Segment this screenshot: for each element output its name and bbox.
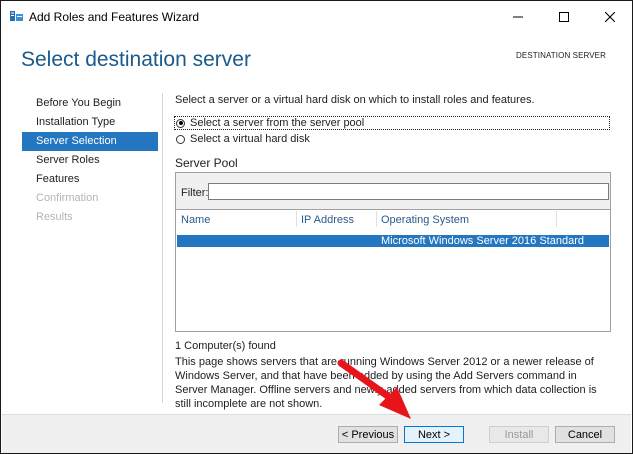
- vhd-option-label: Select a virtual hard disk: [190, 133, 310, 145]
- server-pool-grid[interactable]: Filter: Name IP Address Operating System…: [175, 172, 611, 332]
- window-title: Add Roles and Features Wizard: [29, 10, 200, 24]
- nav-item-results: Results: [36, 211, 73, 223]
- maximize-icon: [559, 11, 569, 22]
- column-separator: [556, 211, 557, 227]
- column-header-name[interactable]: Name: [181, 214, 210, 226]
- nav-item-server-selection[interactable]: Server Selection: [22, 132, 158, 151]
- minimize-button[interactable]: [495, 1, 541, 32]
- nav-item-installation-type[interactable]: Installation Type: [22, 113, 158, 132]
- title-bar[interactable]: Add Roles and Features Wizard: [1, 1, 632, 32]
- nav-divider: [162, 93, 163, 403]
- destination-server-label: DESTINATION SERVER: [516, 51, 606, 60]
- table-row[interactable]: Microsoft Windows Server 2016 Standard: [177, 235, 609, 247]
- server-manager-icon: [10, 11, 23, 21]
- row-os-cell: Microsoft Windows Server 2016 Standard: [381, 235, 584, 247]
- maximize-button[interactable]: [541, 1, 587, 32]
- wizard-nav: Before You Begin Installation Type Server …: [22, 94, 158, 227]
- filter-bar: Filter:: [176, 173, 610, 210]
- server-pool-option[interactable]: Select a server from the server pool: [176, 117, 364, 129]
- wizard-footer: < Previous Next > Install Cancel: [2, 415, 631, 453]
- nav-item-features[interactable]: Features: [22, 170, 158, 189]
- radio-server-pool[interactable]: [176, 118, 185, 128]
- previous-button[interactable]: < Previous: [338, 426, 398, 443]
- column-header-os[interactable]: Operating System: [381, 214, 469, 226]
- filter-label: Filter:: [181, 187, 209, 199]
- nav-item-server-roles[interactable]: Server Roles: [22, 151, 158, 170]
- install-button[interactable]: Install: [489, 426, 549, 443]
- page-title: Select destination server: [21, 48, 251, 71]
- nav-item-confirmation: Confirmation: [36, 192, 99, 204]
- vhd-option[interactable]: Select a virtual hard disk: [176, 133, 310, 145]
- radio-vhd[interactable]: [176, 134, 185, 144]
- column-separator: [376, 211, 377, 227]
- filter-input[interactable]: [208, 183, 609, 200]
- intro-text: Select a server or a virtual hard disk o…: [175, 94, 535, 106]
- server-pool-description: This page shows servers that are running…: [175, 356, 597, 410]
- close-icon: [605, 11, 615, 22]
- close-button[interactable]: [587, 1, 633, 32]
- column-header-ip[interactable]: IP Address: [301, 214, 354, 226]
- wizard-window: Add Roles and Features Wizard Select des…: [0, 0, 633, 454]
- column-separator: [296, 211, 297, 227]
- next-button[interactable]: Next >: [404, 426, 464, 443]
- server-pool-option-label: Select a server from the server pool: [190, 117, 365, 129]
- server-pool-heading: Server Pool: [175, 156, 238, 170]
- cancel-button[interactable]: Cancel: [555, 426, 615, 443]
- minimize-icon: [513, 16, 523, 17]
- nav-item-before-you-begin[interactable]: Before You Begin: [22, 94, 158, 113]
- computers-found-count: 1 Computer(s) found: [175, 340, 276, 352]
